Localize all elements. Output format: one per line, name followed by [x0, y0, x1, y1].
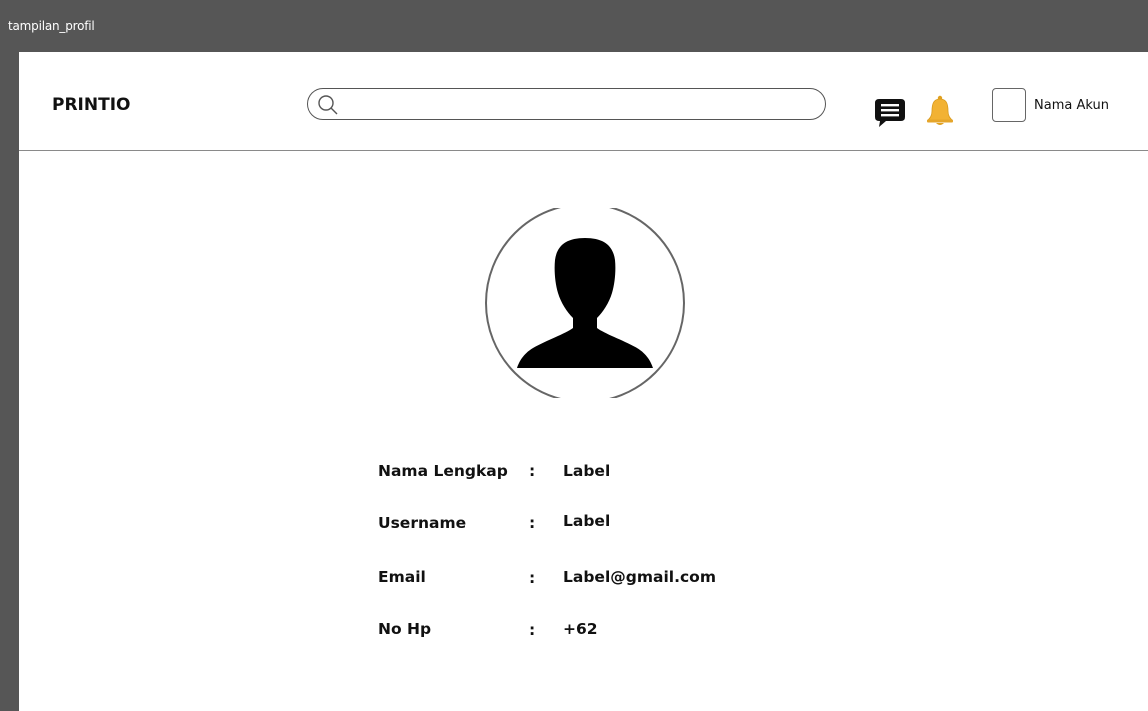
email-value: Label@gmail.com: [563, 568, 716, 586]
username-value: Label: [563, 512, 611, 530]
full-name-label: Nama Lengkap: [378, 462, 508, 480]
account-name[interactable]: Nama Akun: [1034, 98, 1109, 113]
bell-icon[interactable]: [925, 95, 955, 131]
phone-label: No Hp: [378, 620, 432, 638]
search-input[interactable]: [344, 93, 808, 117]
username-label: Username: [378, 514, 467, 532]
email-label: Email: [378, 568, 426, 586]
user-silhouette-icon: [485, 208, 685, 398]
window-title: tampilan_profil: [8, 19, 95, 33]
app-header: PRINTIO Nama Akun: [19, 52, 1148, 151]
window-left-border: [0, 52, 19, 711]
phone-colon: :: [529, 621, 536, 639]
search-icon[interactable]: [317, 94, 339, 120]
username-colon: :: [529, 514, 536, 532]
search-bar[interactable]: [307, 88, 826, 120]
chat-icon[interactable]: [874, 98, 906, 132]
phone-value: +62: [563, 620, 598, 638]
email-colon: :: [529, 569, 536, 587]
full-name-colon: :: [529, 462, 536, 480]
account-avatar-box[interactable]: [992, 88, 1026, 122]
full-name-value: Label: [563, 462, 611, 480]
window-titlebar: tampilan_profil: [0, 0, 1148, 52]
brand-logo[interactable]: PRINTIO: [52, 95, 130, 115]
